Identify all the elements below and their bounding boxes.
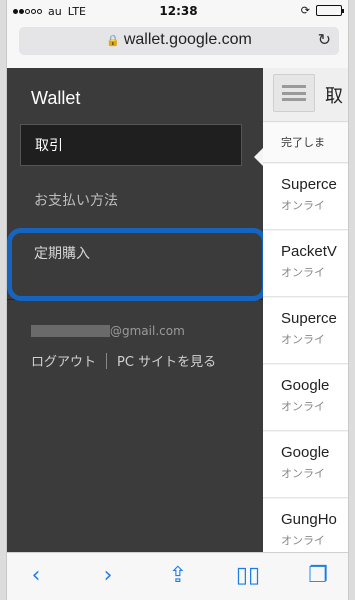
share-icon[interactable]: ⇪ <box>163 563 193 588</box>
back-icon[interactable]: ‹ <box>21 563 51 588</box>
menu-title: Wallet <box>31 88 81 108</box>
transaction-name: Superce <box>281 310 337 327</box>
logout-link[interactable]: ログアウト <box>31 351 96 370</box>
transaction-type: オンライ <box>281 467 325 480</box>
transaction-type: オンライ <box>281 266 325 279</box>
transaction-row[interactable]: Superce オンライ <box>263 298 348 364</box>
main-content: 取 完了しま Superce オンライ PacketV オンライ Superce… <box>254 68 348 565</box>
phone-frame: au LTE 12:38 ⟳ 🔒 wallet.google.com ↻ Wall… <box>6 0 349 600</box>
battery-icon <box>316 5 344 16</box>
transaction-name: Google <box>281 444 330 461</box>
lock-icon: 🔒 <box>106 35 120 47</box>
address-bar[interactable]: 🔒 wallet.google.com ↻ <box>19 27 339 55</box>
reload-icon[interactable]: ↻ <box>318 30 331 49</box>
transaction-name: GungHo <box>281 511 337 528</box>
content-title: 取 <box>325 86 343 107</box>
transaction-row[interactable]: Google オンライ <box>263 365 348 431</box>
status-time: 12:38 <box>159 4 198 18</box>
status-bar: au LTE 12:38 ⟳ <box>7 0 348 22</box>
email-suffix: @gmail.com <box>110 324 185 338</box>
transaction-type: オンライ <box>281 333 325 346</box>
rotation-lock-icon: ⟳ <box>300 4 310 17</box>
link-separator <box>106 352 108 369</box>
bookmarks-icon[interactable]: ▯▯ <box>233 563 263 588</box>
tabs-icon[interactable]: ❐ <box>303 563 333 588</box>
browser-toolbar: ‹ › ⇪ ▯▯ ❐ <box>7 552 348 600</box>
menu-item-transactions[interactable]: 取引 <box>20 124 242 166</box>
forward-icon[interactable]: › <box>93 563 123 588</box>
transaction-row[interactable]: PacketV オンライ <box>263 231 348 297</box>
transaction-name: Superce <box>281 176 337 193</box>
transaction-name: Google <box>281 377 330 394</box>
status-filter[interactable]: 完了しま <box>263 123 348 163</box>
menu-item-payment-methods[interactable]: お支払い方法 <box>20 177 242 225</box>
transaction-row[interactable]: Google オンライ <box>263 432 348 498</box>
pc-site-link[interactable]: PC サイトを見る <box>117 351 216 370</box>
transaction-type: オンライ <box>281 534 325 547</box>
hamburger-icon[interactable] <box>273 74 315 112</box>
status-right: ⟳ <box>300 4 344 17</box>
transaction-row[interactable]: Superce オンライ <box>263 164 348 230</box>
account-links: ログアウト PC サイトを見る <box>31 351 216 370</box>
url-display[interactable]: 🔒 wallet.google.com <box>19 31 339 49</box>
transaction-type: オンライ <box>281 199 325 212</box>
url-text: wallet.google.com <box>123 31 252 48</box>
transaction-name: PacketV <box>281 243 337 260</box>
active-indicator-arrow <box>254 148 263 166</box>
content-header: 取 <box>263 68 348 122</box>
redacted-email <box>31 325 110 337</box>
transaction-type: オンライ <box>281 400 325 413</box>
account-email: @gmail.com <box>31 324 185 338</box>
highlight-box <box>7 228 267 301</box>
side-menu: Wallet 取引 お支払い方法 定期購入 @gmail.com ログアウト P… <box>7 68 267 552</box>
